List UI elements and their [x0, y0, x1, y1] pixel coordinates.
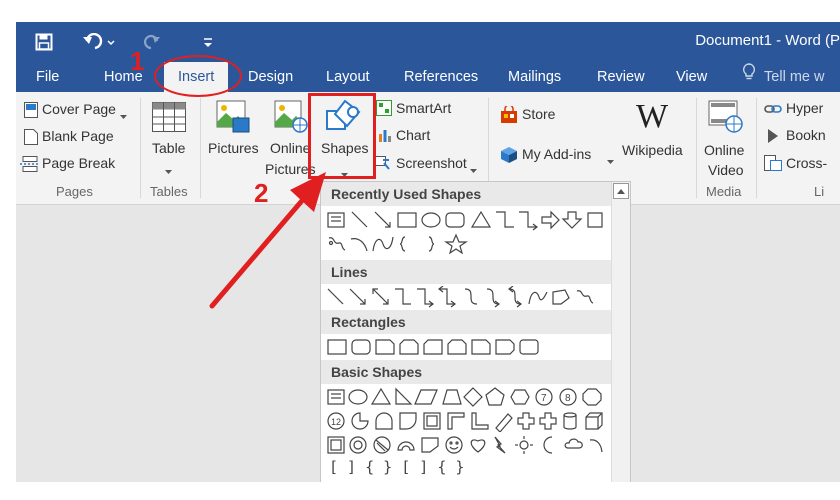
- cross-reference-label: Cross-: [786, 155, 828, 171]
- store-label: Store: [522, 106, 556, 122]
- page-break-icon: [20, 156, 40, 177]
- cross-reference-icon: [764, 155, 782, 176]
- pictures-label: Pictures: [208, 140, 259, 156]
- table-icon: [152, 102, 186, 137]
- tab-review[interactable]: Review: [597, 62, 645, 92]
- braces-shapes-row[interactable]: [ ] { } [ ] { }: [329, 458, 464, 480]
- customize-qat-icon[interactable]: [198, 28, 218, 56]
- cover-page-icon: [24, 102, 38, 123]
- blank-page-icon: [24, 129, 38, 150]
- addins-icon: [500, 146, 518, 169]
- lines-row[interactable]: [325, 286, 610, 308]
- annotation-step-1: 1: [130, 46, 145, 76]
- word-window: Document1 - Word (P File Home Insert Des…: [16, 22, 840, 482]
- tab-file[interactable]: File: [36, 62, 59, 92]
- group-separator: [756, 98, 757, 198]
- tab-layout[interactable]: Layout: [326, 62, 370, 92]
- annotation-circle-insert: [154, 55, 242, 97]
- gallery-scrollbar[interactable]: [611, 182, 630, 482]
- blank-page-label: Blank Page: [42, 128, 114, 144]
- online-picture-icon: [274, 100, 308, 139]
- recent-shapes-row-2[interactable]: [325, 233, 610, 255]
- page-break-label: Page Break: [42, 155, 116, 171]
- svg-text:8: 8: [565, 393, 571, 404]
- cover-page-label: Cover Page: [42, 101, 116, 117]
- screenshot-label: Screenshot: [396, 155, 467, 171]
- svg-text:12: 12: [331, 417, 341, 427]
- save-icon[interactable]: [30, 28, 58, 56]
- chevron-down-icon: [607, 152, 614, 170]
- picture-icon: [216, 100, 250, 139]
- basic-shapes-row-3[interactable]: [325, 434, 610, 456]
- group-label-media: Media: [706, 184, 742, 199]
- group-separator: [200, 98, 201, 198]
- online-video-label-2: Video: [708, 162, 744, 178]
- section-header-lines: Lines: [321, 260, 611, 284]
- lightbulb-icon: [742, 62, 756, 92]
- link-icon: [764, 102, 782, 121]
- tab-mailings[interactable]: Mailings: [508, 62, 561, 92]
- group-separator: [140, 98, 141, 198]
- hyperlink-label: Hyper: [786, 100, 824, 116]
- chart-icon: [378, 128, 392, 147]
- tab-references[interactable]: References: [404, 62, 478, 92]
- online-pictures-label-1: Online: [270, 140, 311, 156]
- shapes-gallery: Recently Used Shapes Lines Rectangles Ba…: [320, 181, 631, 482]
- undo-icon[interactable]: [80, 28, 120, 56]
- section-header-basic-shapes: Basic Shapes: [321, 360, 611, 384]
- group-label-links: Li: [814, 184, 825, 199]
- table-label: Table: [152, 140, 186, 156]
- screenshot-icon: [374, 156, 390, 175]
- bookmark-label: Bookn: [786, 127, 826, 143]
- group-label-tables: Tables: [150, 184, 188, 199]
- svg-text:7: 7: [541, 393, 547, 404]
- chevron-down-icon: [470, 161, 477, 179]
- smartart-label: SmartArt: [396, 100, 452, 116]
- my-addins-label: My Add-ins: [522, 146, 592, 162]
- wikipedia-icon: W: [636, 98, 669, 135]
- annotation-arrow: [209, 172, 326, 309]
- tab-design[interactable]: Design: [248, 62, 293, 92]
- online-video-label-1: Online: [704, 142, 745, 158]
- group-separator: [696, 98, 697, 198]
- wikipedia-label: Wikipedia: [622, 142, 683, 158]
- tab-view[interactable]: View: [676, 62, 707, 92]
- group-label-pages: Pages: [56, 184, 93, 199]
- section-header-rectangles: Rectangles: [321, 310, 611, 334]
- chevron-down-icon: [165, 162, 172, 180]
- rectangles-row[interactable]: [325, 336, 610, 358]
- section-header-recently-used: Recently Used Shapes: [321, 182, 611, 206]
- chart-label: Chart: [396, 127, 431, 143]
- chevron-down-icon: [120, 107, 127, 125]
- tell-me-search[interactable]: Tell me w: [742, 62, 824, 92]
- bookmark-icon: [766, 128, 780, 149]
- online-video-icon: [708, 100, 744, 139]
- tell-me-placeholder: Tell me w: [764, 69, 825, 85]
- scroll-up-icon[interactable]: [613, 183, 629, 199]
- recent-shapes-row-1[interactable]: [325, 209, 610, 231]
- basic-shapes-row-2[interactable]: 12: [325, 410, 610, 432]
- store-icon: [500, 104, 518, 129]
- basic-shapes-row-1[interactable]: 7 8: [325, 386, 610, 408]
- smartart-icon: [376, 100, 392, 121]
- document-title: Document1 - Word (P: [695, 32, 840, 49]
